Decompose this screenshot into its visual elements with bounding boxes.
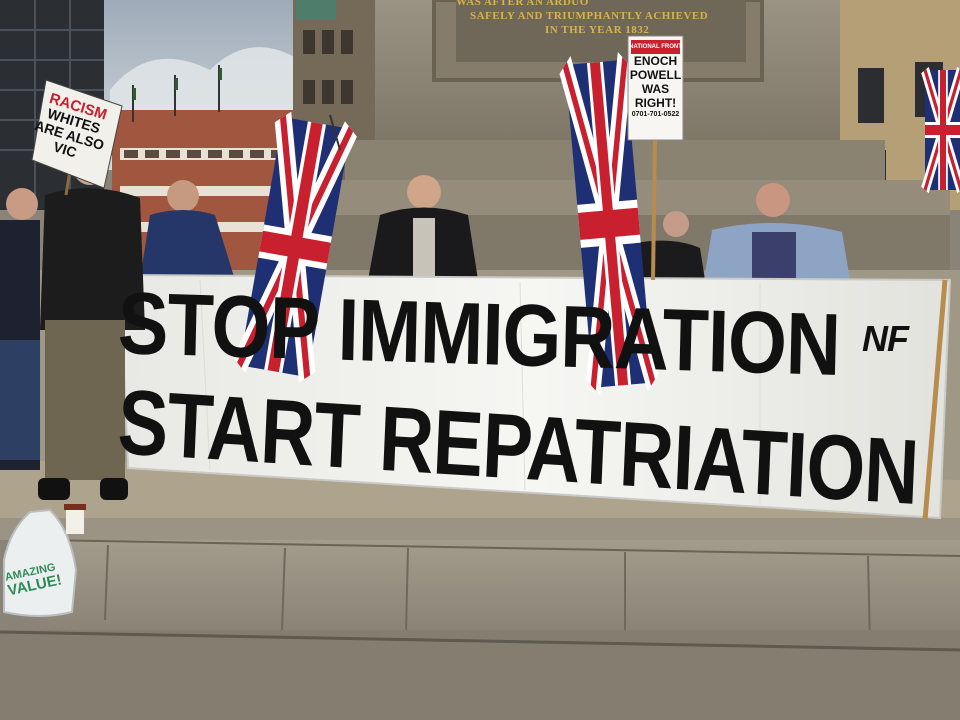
monument-inscription-line1: WAS AFTER AN ARDUO: [456, 0, 589, 8]
right-placard-line3: WAS: [641, 82, 670, 96]
steps-top: [0, 518, 960, 540]
monument-inscription-line2: SAFELY AND TRIUMPHANTLY ACHIEVED: [470, 10, 709, 22]
right-placard-text: NATIONAL FRONT ENOCH POWELL WAS RIGHT! 0…: [628, 40, 683, 120]
right-placard-line4: RIGHT!: [634, 96, 677, 110]
photo-scene: WAS AFTER AN ARDUO SAFELY AND TRIUMPHANT…: [0, 0, 960, 720]
person-left-background: [0, 188, 40, 470]
right-placard-line2: POWELL: [629, 68, 682, 82]
step-2: [0, 630, 960, 720]
right-placard-phone: 0701-701-0522: [631, 111, 680, 118]
union-jack-flag-right: [925, 70, 960, 190]
monument-inscription-line3: IN THE YEAR 1832: [545, 24, 650, 36]
right-placard-header: NATIONAL FRONT: [629, 44, 682, 50]
right-placard-stick: [651, 139, 657, 281]
right-placard-line1: ENOCH: [633, 54, 678, 68]
coffee-cup: [66, 506, 84, 534]
banner-nf-logo: NF: [862, 318, 909, 359]
